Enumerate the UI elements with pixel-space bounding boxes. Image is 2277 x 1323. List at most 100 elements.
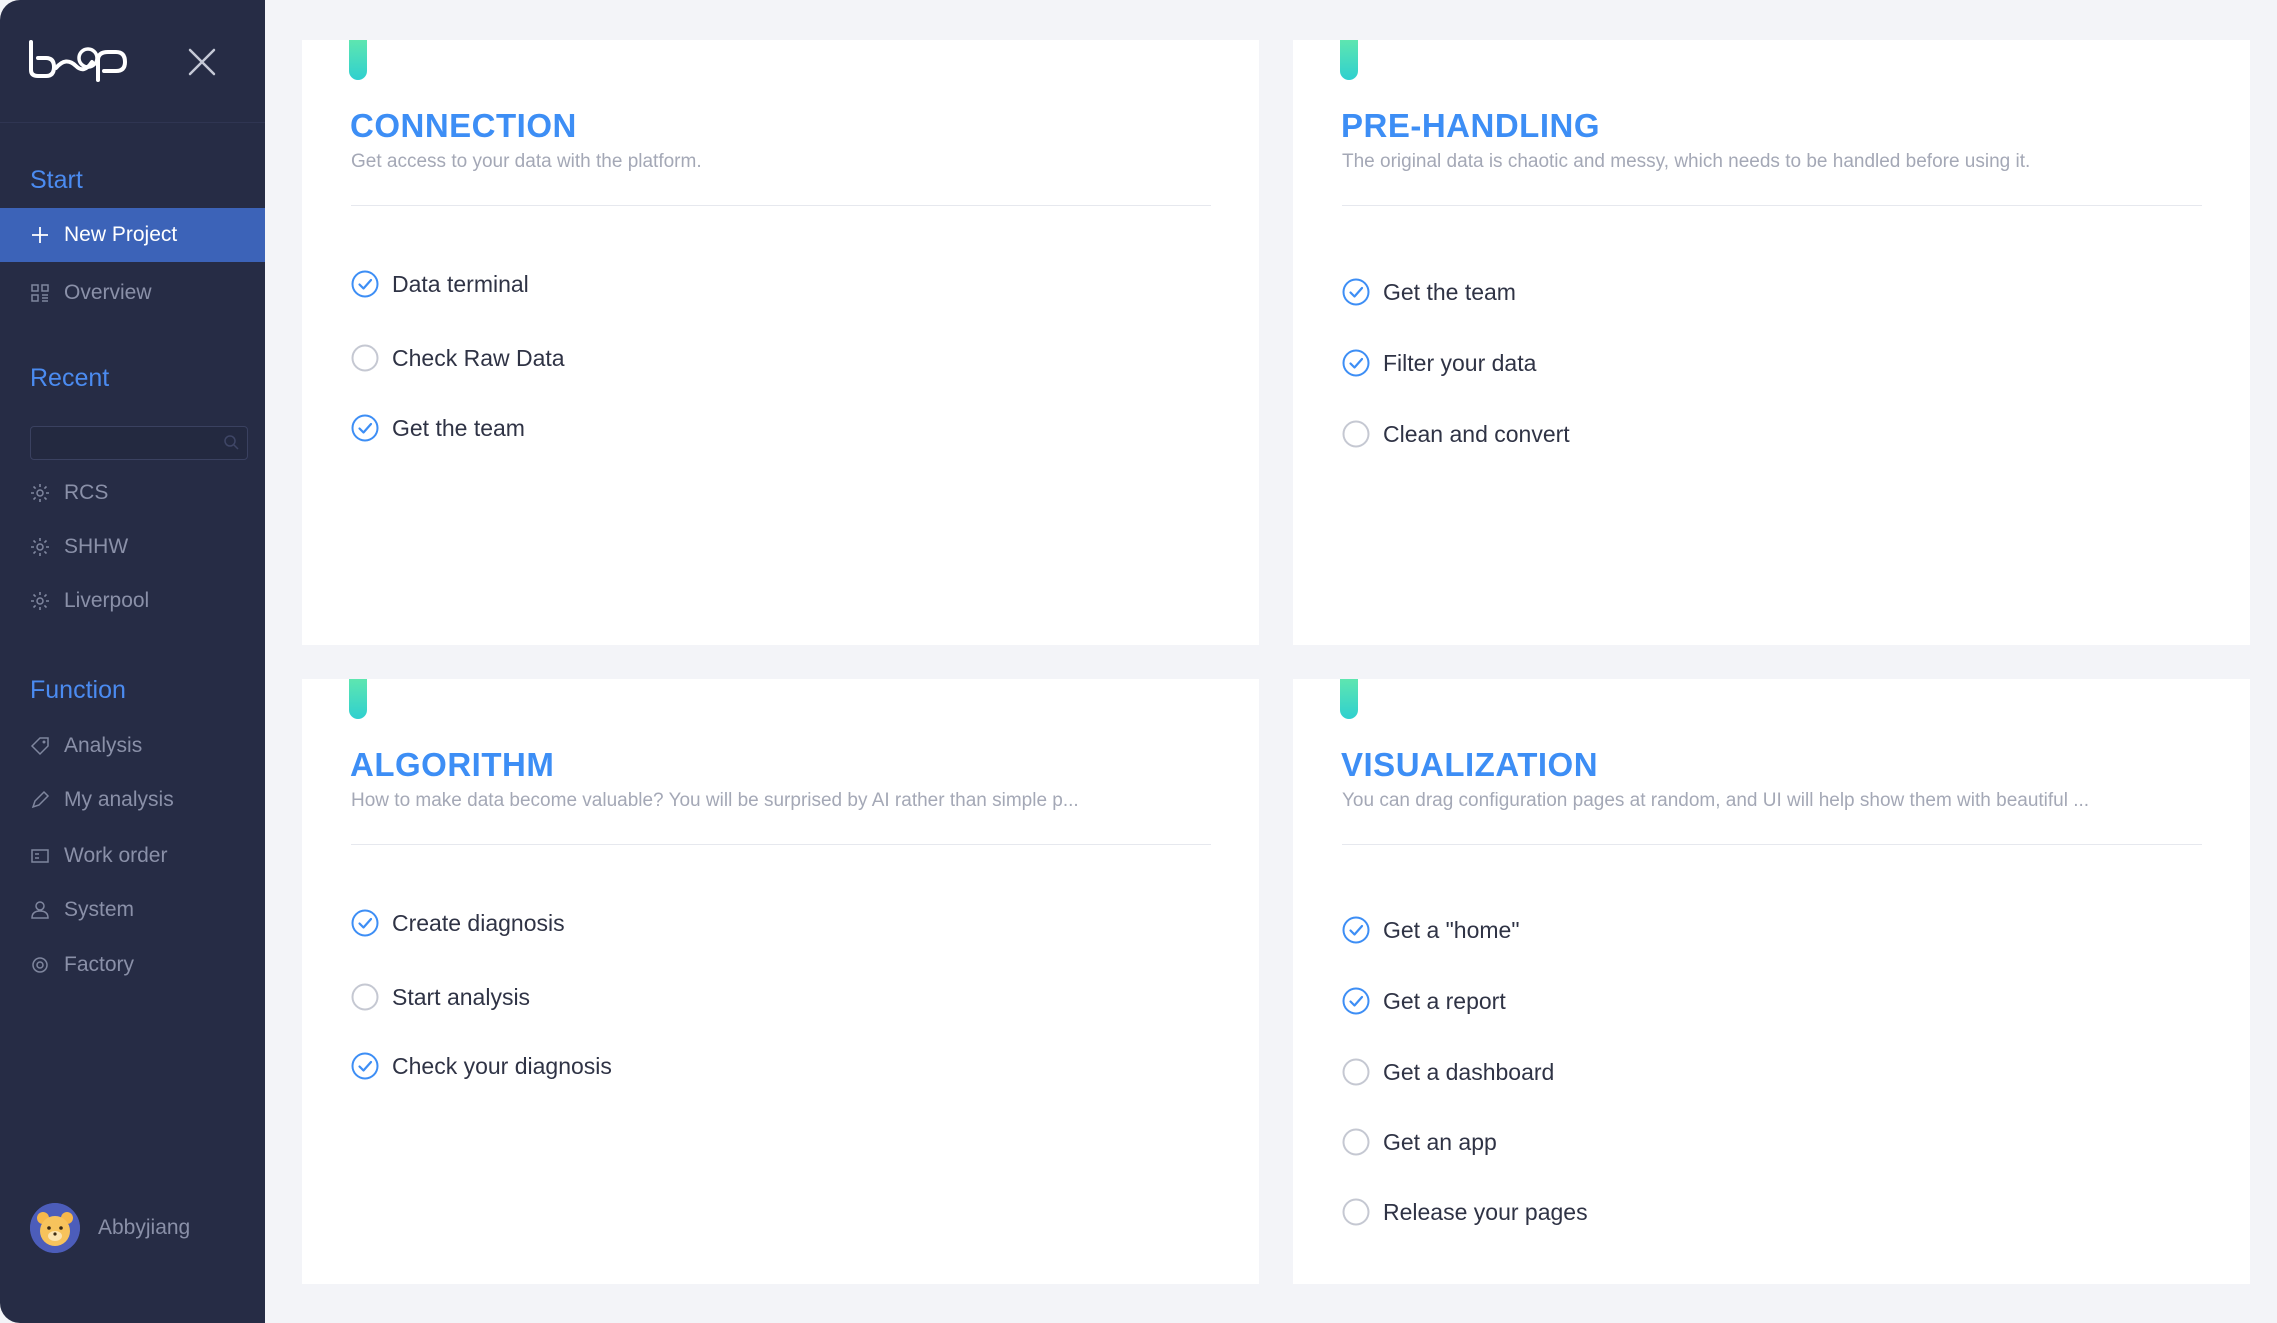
task-item[interactable]: Create diagnosis	[350, 908, 565, 938]
task-item[interactable]: Get a "home"	[1341, 915, 1520, 945]
card-description: Get access to your data with the platfor…	[351, 151, 702, 172]
search-icon[interactable]	[223, 434, 239, 450]
task-item[interactable]: Clean and convert	[1341, 419, 1570, 449]
check-circle-icon[interactable]	[350, 1051, 380, 1081]
check-circle-icon[interactable]	[1341, 277, 1371, 307]
task-label: Release your pages	[1383, 1198, 1588, 1225]
user-profile[interactable]: Abbyjiang	[30, 1203, 190, 1253]
task-item[interactable]: Data terminal	[350, 269, 529, 299]
task-label: Get an app	[1383, 1128, 1497, 1155]
task-label: Clean and convert	[1383, 420, 1570, 447]
task-label: Filter your data	[1383, 349, 1537, 376]
card-divider	[1342, 205, 2202, 206]
task-item[interactable]: Check your diagnosis	[350, 1051, 612, 1081]
card-visualization: VISUALIZATION You can drag configuration…	[1293, 679, 2250, 1284]
nav-system[interactable]: System	[0, 883, 265, 937]
empty-circle-icon[interactable]	[1341, 1057, 1371, 1087]
recent-search[interactable]	[30, 426, 248, 460]
gear-icon	[29, 536, 51, 558]
target-icon	[29, 954, 51, 976]
plus-icon	[29, 224, 51, 246]
empty-circle-icon[interactable]	[350, 343, 380, 373]
nav-label: System	[64, 898, 135, 921]
card-divider	[1342, 844, 2202, 845]
check-circle-icon[interactable]	[1341, 986, 1371, 1016]
nav-factory[interactable]: Factory	[0, 938, 265, 992]
nav-label: My analysis	[64, 788, 174, 811]
card-algorithm: ALGORITHM How to make data become valuab…	[302, 679, 1259, 1284]
check-circle-icon[interactable]	[1341, 915, 1371, 945]
recent-label: SHHW	[64, 535, 129, 558]
card-description: How to make data become valuable? You wi…	[351, 790, 1079, 811]
task-item[interactable]: Get an app	[1341, 1127, 1497, 1157]
recent-label: Liverpool	[64, 589, 150, 612]
task-item[interactable]: Get the team	[1341, 277, 1516, 307]
card-title: PRE-HANDLING	[1341, 107, 1600, 144]
tag-icon	[29, 735, 51, 757]
task-label: Check Raw Data	[392, 344, 565, 371]
card-tab-accent	[349, 679, 367, 719]
check-circle-icon[interactable]	[1341, 348, 1371, 378]
card-divider	[351, 205, 1211, 206]
nav-label: Factory	[64, 953, 135, 976]
task-label: Get a report	[1383, 987, 1506, 1014]
card-tab-accent	[1340, 679, 1358, 719]
nav-label: Analysis	[64, 734, 143, 757]
sidebar: Start New Project Overview Recent RCS SH…	[0, 0, 265, 1323]
check-circle-icon[interactable]	[350, 908, 380, 938]
task-item[interactable]: Get a dashboard	[1341, 1057, 1554, 1087]
brand-logo[interactable]	[28, 38, 158, 84]
empty-circle-icon[interactable]	[350, 982, 380, 1012]
nav-overview[interactable]: Overview	[0, 266, 265, 320]
task-label: Get a "home"	[1383, 916, 1520, 943]
app-window: Start New Project Overview Recent RCS SH…	[0, 0, 2277, 1323]
close-sidebar-icon[interactable]	[184, 44, 220, 80]
nav-label: New Project	[64, 223, 178, 246]
card-divider	[351, 844, 1211, 845]
empty-circle-icon[interactable]	[1341, 419, 1371, 449]
task-label: Create diagnosis	[392, 909, 565, 936]
card-title: CONNECTION	[350, 107, 577, 144]
user-name: Abbyjiang	[98, 1216, 191, 1239]
avatar[interactable]	[30, 1203, 80, 1253]
section-title-function: Function	[30, 676, 126, 704]
card-icon	[29, 845, 51, 867]
empty-circle-icon[interactable]	[1341, 1127, 1371, 1157]
task-label: Get a dashboard	[1383, 1058, 1555, 1085]
nav-new-project[interactable]: New Project	[0, 208, 265, 262]
task-item[interactable]: Release your pages	[1341, 1197, 1588, 1227]
task-label: Start analysis	[392, 983, 531, 1010]
task-item[interactable]: Start analysis	[350, 982, 530, 1012]
task-label: Get the team	[392, 414, 525, 441]
recent-item-rcs[interactable]: RCS	[0, 466, 265, 520]
nav-analysis[interactable]: Analysis	[0, 719, 265, 773]
nav-my-analysis[interactable]: My analysis	[0, 773, 265, 827]
check-circle-icon[interactable]	[350, 413, 380, 443]
card-description: You can drag configuration pages at rand…	[1342, 790, 2090, 811]
section-title-recent: Recent	[30, 364, 110, 392]
nav-label: Work order	[64, 844, 168, 867]
task-label: Get the team	[1383, 278, 1516, 305]
check-circle-icon[interactable]	[350, 269, 380, 299]
task-label: Data terminal	[392, 270, 529, 297]
recent-search-input[interactable]	[31, 427, 227, 457]
empty-circle-icon[interactable]	[1341, 1197, 1371, 1227]
task-item[interactable]: Get a report	[1341, 986, 1506, 1016]
recent-item-shhw[interactable]: SHHW	[0, 520, 265, 574]
task-item[interactable]: Check Raw Data	[350, 343, 565, 373]
task-item[interactable]: Filter your data	[1341, 348, 1536, 378]
recent-label: RCS	[64, 481, 109, 504]
user-icon	[29, 899, 51, 921]
recent-item-liverpool[interactable]: Liverpool	[0, 574, 265, 628]
gear-icon	[29, 482, 51, 504]
task-item[interactable]: Get the team	[350, 413, 525, 443]
card-tab-accent	[1340, 40, 1358, 80]
sidebar-header	[0, 0, 265, 123]
card-connection: CONNECTION Get access to your data with …	[302, 40, 1259, 645]
card-title: VISUALIZATION	[1341, 746, 1599, 783]
card-description: The original data is chaotic and messy, …	[1342, 151, 2031, 172]
card-tab-accent	[349, 40, 367, 80]
section-title-start: Start	[30, 166, 83, 194]
grid-icon	[29, 282, 51, 304]
nav-work-order[interactable]: Work order	[0, 829, 265, 883]
